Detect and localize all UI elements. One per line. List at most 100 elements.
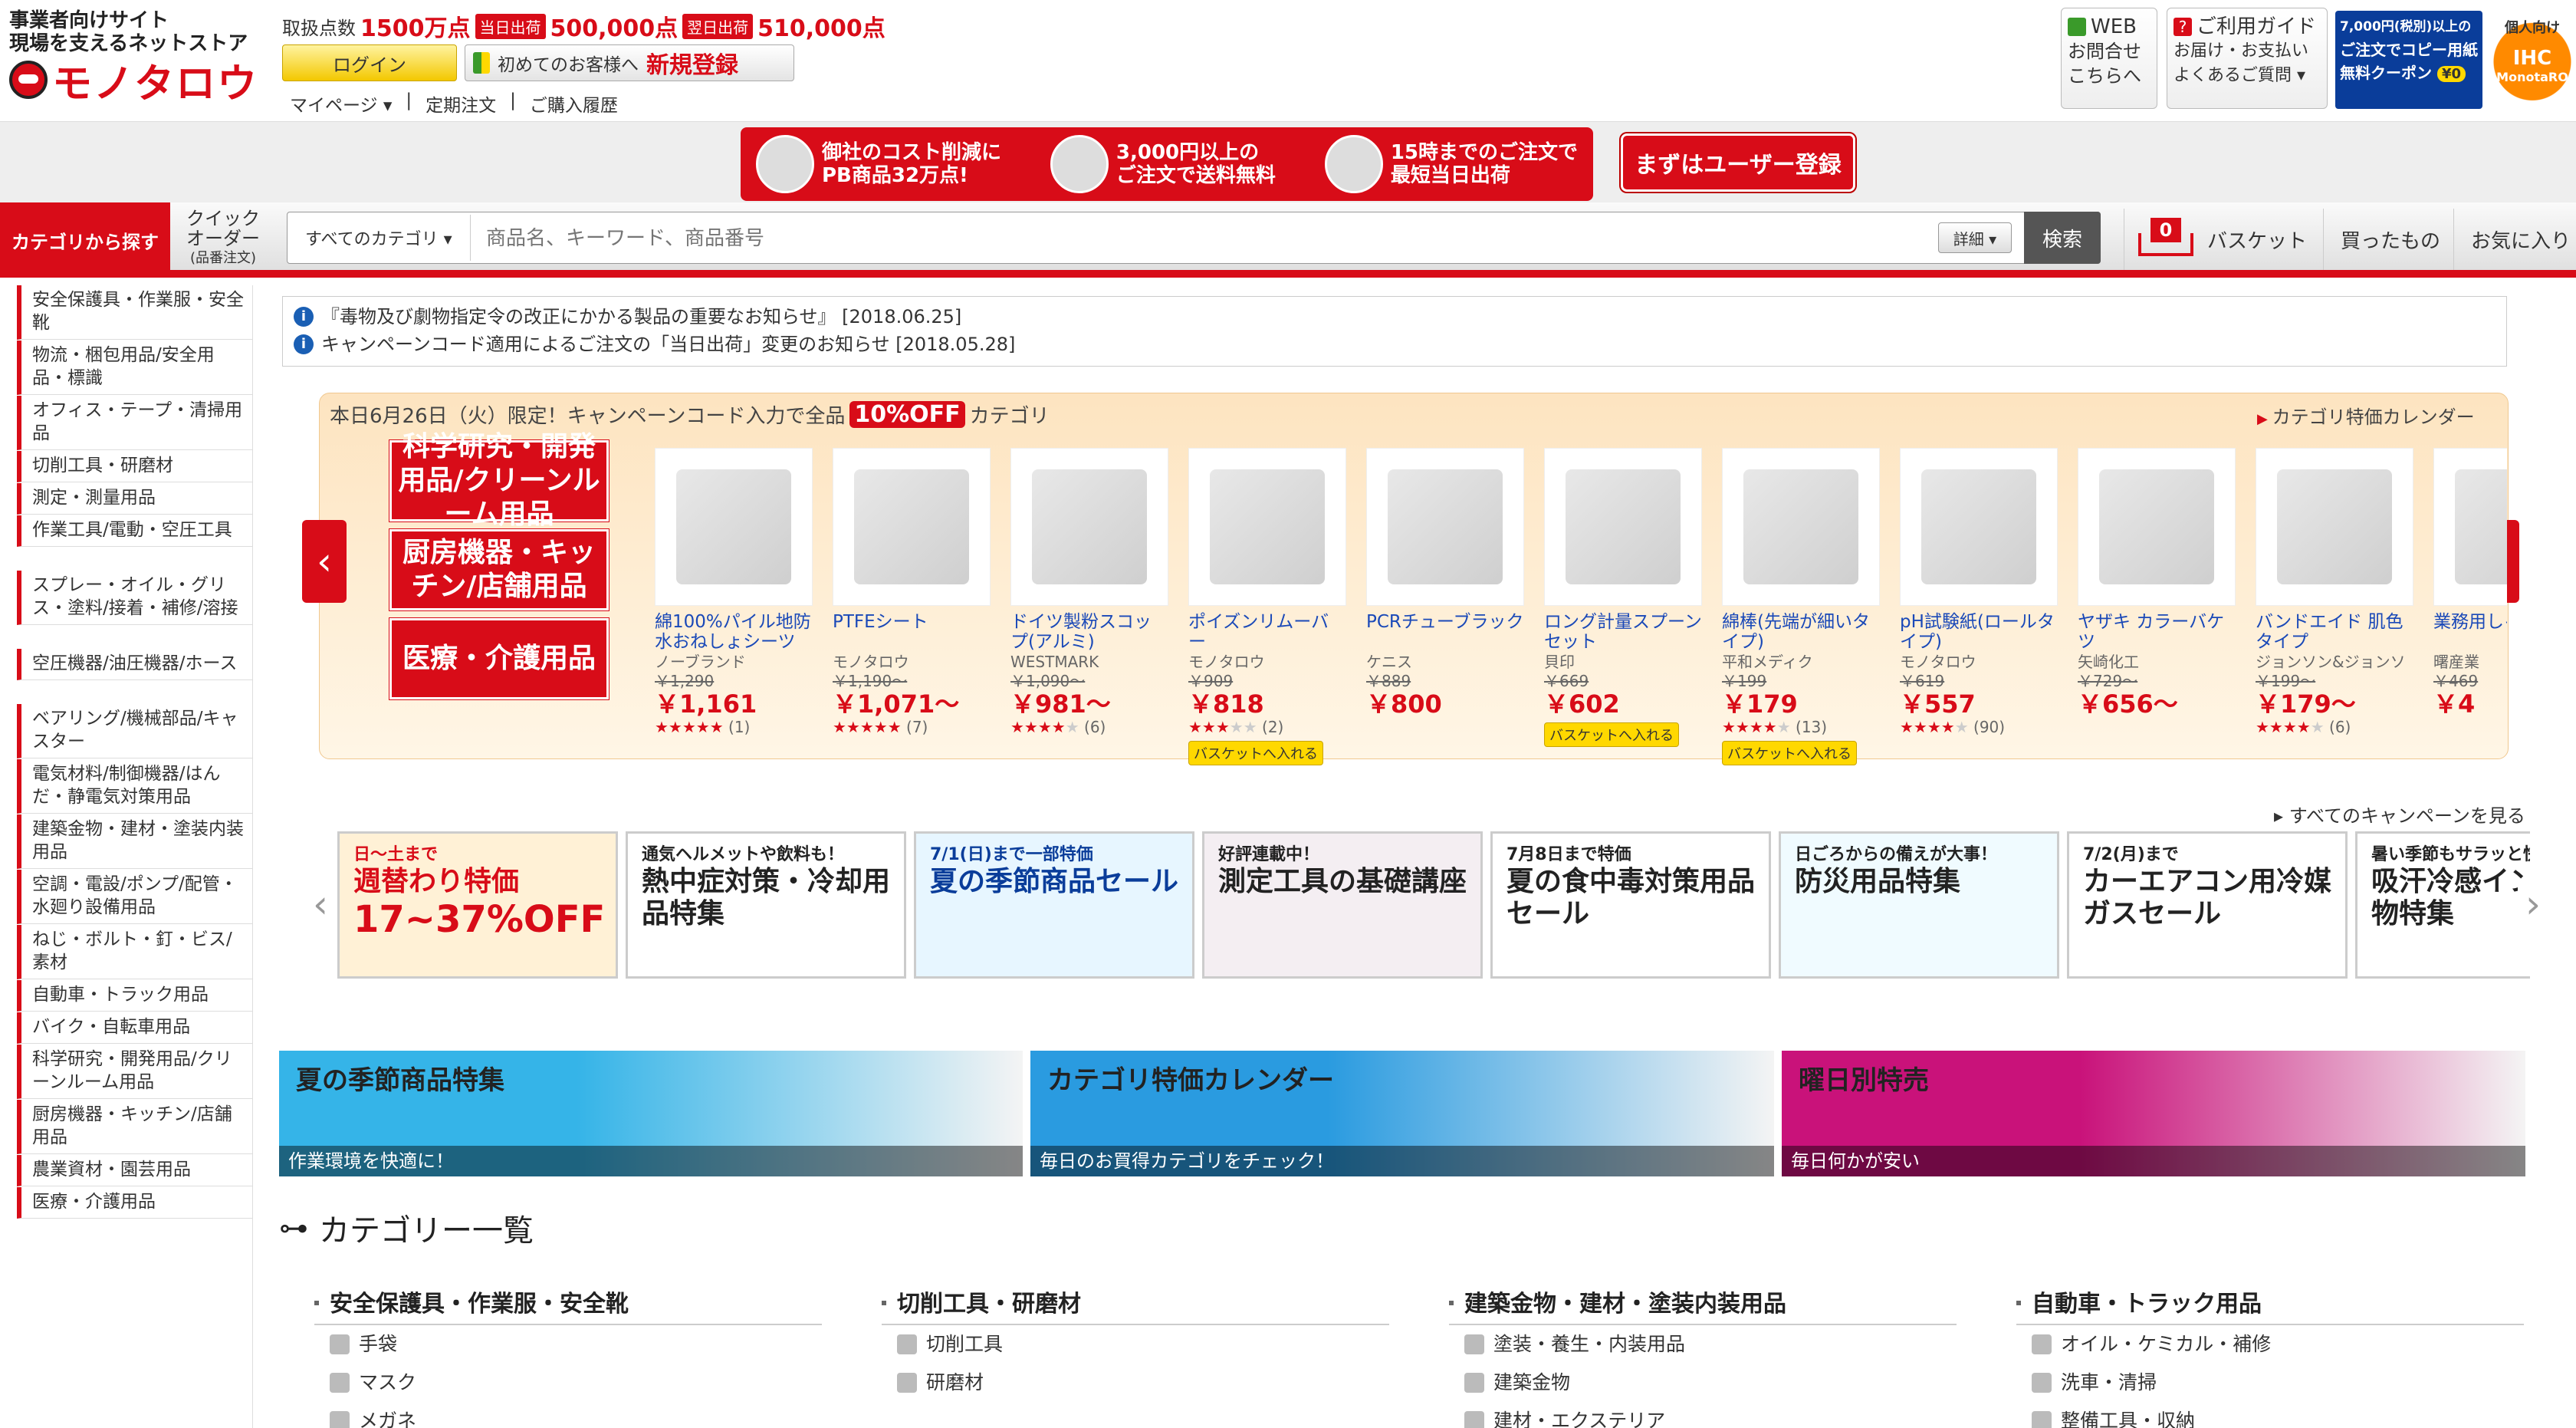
web-contact-button[interactable]: WEB お問合せ こちらへ <box>2061 8 2157 109</box>
subscription-link[interactable]: 定期注文 <box>426 90 496 117</box>
product-name[interactable]: ロング計量スプーンセット <box>1544 612 1702 652</box>
sidebar-item[interactable]: 建築金物・建材・塗装内装用品 <box>17 814 253 869</box>
favorites-link[interactable]: お気に入り <box>2453 209 2576 270</box>
site-logo[interactable]: モノタロウ <box>9 55 258 107</box>
product-image[interactable] <box>2078 448 2236 606</box>
product-name[interactable]: ヤザキ カラーバケツ <box>2078 612 2236 652</box>
product-name[interactable]: バンドエイド 肌色タイプ <box>2256 612 2413 652</box>
search-input[interactable] <box>475 215 1932 261</box>
category-browse-button[interactable]: カテゴリから探す <box>0 202 170 278</box>
product-card[interactable]: PTFEシート モノタロウ ￥1,190～ ￥1,071～ ★★★★★ (7) <box>833 448 991 770</box>
product-image[interactable] <box>1366 448 1524 606</box>
carousel-prev-button[interactable]: ‹ <box>302 520 347 603</box>
product-card[interactable]: 業務用しゃも曙産業￥469￥4 <box>2433 448 2507 770</box>
sidebar-item[interactable]: 科学研究・開発用品/クリーンルーム用品 <box>17 1045 253 1099</box>
sidebar-item[interactable]: 空圧機器/油圧機器/ホース <box>17 649 253 680</box>
sidebar-item[interactable]: ベアリング/機械部品/キャスター <box>17 704 253 758</box>
banner-next-button[interactable]: › <box>2518 879 2548 930</box>
campaign-category-tag[interactable]: 科学研究・開発用品/クリーンルーム用品 <box>389 431 609 530</box>
product-card[interactable]: ロング計量スプーンセット 貝印 ￥669 ￥602 バスケットへ入れる <box>1544 448 1702 770</box>
campaign-banner[interactable]: 好評連載中！ 測定工具の基礎講座 <box>1202 831 1483 979</box>
sidebar-item[interactable]: 農業資材・園芸用品 <box>17 1155 253 1186</box>
product-card[interactable]: 綿100%パイル地防水おねしょシーツ ノーブランド ￥1,290 ￥1,161 ★★★★… <box>655 448 813 770</box>
sidebar-item[interactable]: 医療・介護用品 <box>17 1187 253 1219</box>
sidebar-item[interactable]: オフィス・テープ・清掃用品 <box>17 396 253 450</box>
campaign-banner[interactable]: 7/1(日)まで一部特価 夏の季節商品セール <box>914 831 1194 979</box>
quick-order-button[interactable]: クイック オーダー (品番注文) <box>175 209 271 270</box>
sidebar-item[interactable]: バイク・自転車用品 <box>17 1012 253 1044</box>
add-to-basket-button[interactable]: バスケットへ入れる <box>1722 741 1857 765</box>
sidebar-item[interactable]: 物流・梱包用品/安全用品・標識 <box>17 341 253 395</box>
feature-banner[interactable]: カテゴリ特価カレンダー 毎日のお買得カテゴリをチェック！ <box>1030 1051 1774 1176</box>
subcategory-link[interactable]: 建築金物 <box>1449 1364 1957 1402</box>
product-name[interactable]: pH試験紙(ロールタイプ) <box>1900 612 2058 652</box>
product-card[interactable]: 綿棒(先端が細いタイプ) 平和メディク ￥199 ￥179 ★★★★★ (13) バスケッ… <box>1722 448 1880 770</box>
product-image[interactable] <box>655 448 813 606</box>
sidebar-item[interactable]: 自動車・トラック用品 <box>17 980 253 1012</box>
sidebar-item[interactable]: 厨房機器・キッチン/店舗用品 <box>17 1100 253 1154</box>
product-image[interactable] <box>1722 448 1880 606</box>
campaign-category-tag[interactable]: 厨房機器・キッチン/店舗用品 <box>389 529 609 610</box>
product-image[interactable] <box>1900 448 2058 606</box>
sidebar-item[interactable]: 測定・測量用品 <box>17 483 253 515</box>
product-name[interactable]: 綿棒(先端が細いタイプ) <box>1722 612 1880 652</box>
feature-banner[interactable]: 曜日別特売 毎日何かが安い <box>1782 1051 2525 1176</box>
notice-item[interactable]: i キャンペーンコード適用によるご注文の「当日出荷」変更のお知らせ [2018.0… <box>294 331 2496 358</box>
add-to-basket-button[interactable]: バスケットへ入れる <box>1188 741 1323 765</box>
subcategory-link[interactable]: 切削工具 <box>882 1325 1389 1364</box>
sidebar-item[interactable]: 電気材料/制御機器/はんだ・静電気対策用品 <box>17 759 253 814</box>
user-guide-button[interactable]: ? ご利用ガイド お届け・お支払い よくあるご質問 ▾ <box>2167 8 2328 109</box>
add-to-basket-button[interactable]: バスケットへ入れる <box>1544 722 1679 747</box>
category-title-link[interactable]: 自動車・トラック用品 <box>2016 1288 2524 1325</box>
user-register-button[interactable]: まずはユーザー登録 <box>1621 133 1855 192</box>
subcategory-link[interactable]: 建材・エクステリア <box>1449 1402 1957 1428</box>
subcategory-link[interactable]: 手袋 <box>314 1325 822 1364</box>
feature-banner[interactable]: 夏の季節商品特集 作業環境を快適に！ <box>279 1051 1023 1176</box>
category-select[interactable]: すべてのカテゴリ ▾ <box>290 215 471 261</box>
category-title-link[interactable]: 切削工具・研磨材 <box>882 1288 1389 1325</box>
campaign-banner[interactable]: 日～土まで 週替わり特価 17~37%OFF <box>337 831 618 979</box>
subcategory-link[interactable]: 洗車・清掃 <box>2016 1364 2524 1402</box>
campaign-banner[interactable]: 通気ヘルメットや飲料も！ 熱中症対策・冷却用品特集 <box>626 831 906 979</box>
coupon-banner[interactable]: 7,000円(税別)以上の ご注文でコピー用紙 無料クーポン ¥0 <box>2335 11 2482 109</box>
promo-banner[interactable]: 御社のコスト削減に PB商品32万点! 3,000円以上の ご注文で送料無料 15時… <box>741 127 1593 201</box>
product-image[interactable] <box>1544 448 1702 606</box>
product-image[interactable] <box>2256 448 2413 606</box>
product-card[interactable]: ポイズンリムーバー モノタロウ ￥909 ￥818 ★★★★★ (2) バスケットへ入れる <box>1188 448 1346 770</box>
search-button[interactable]: 検索 <box>2024 212 2101 264</box>
register-button[interactable]: 初めてのお客様へ 新規登録 <box>465 44 794 81</box>
sidebar-item[interactable]: スプレー・オイル・グリス・塗料/接着・補修/溶接 <box>17 571 253 625</box>
product-name[interactable]: PTFEシート <box>833 612 991 652</box>
sidebar-item[interactable]: 空調・電設/ポンプ/配管・水廻り設備用品 <box>17 870 253 924</box>
product-image[interactable] <box>1010 448 1168 606</box>
order-history-link[interactable]: ご購入履歴 <box>530 90 618 117</box>
sidebar-item[interactable]: 切削工具・研磨材 <box>17 451 253 482</box>
product-card[interactable]: PCRチューブラック ケニス ￥889 ￥800 <box>1366 448 1524 770</box>
product-card[interactable]: pH試験紙(ロールタイプ) モノタロウ ￥619 ￥557 ★★★★★ (90) <box>1900 448 2058 770</box>
product-name[interactable]: PCRチューブラック <box>1366 612 1524 652</box>
subcategory-link[interactable]: オイル・ケミカル・補修 <box>2016 1325 2524 1364</box>
campaign-banner[interactable]: 7/2(月)まで カーエアコン用冷媒ガスセール <box>2067 831 2348 979</box>
campaign-banner[interactable]: 日ごろからの備えが大事！ 防災用品特集 <box>1779 831 2059 979</box>
banner-prev-button[interactable]: ‹ <box>305 879 336 930</box>
product-name[interactable]: ポイズンリムーバー <box>1188 612 1346 652</box>
mypage-link[interactable]: マイページ ▾ <box>290 90 392 117</box>
all-campaigns-link[interactable]: すべてのキャンペーンを見る <box>2274 801 2525 828</box>
subcategory-link[interactable]: メガネ <box>314 1402 822 1428</box>
subcategory-link[interactable]: 整備工具・収納 <box>2016 1402 2524 1428</box>
product-card[interactable]: ドイツ製粉スコップ(アルミ) WESTMARK ￥1,090～ ￥981～ ★★★★★ … <box>1010 448 1168 770</box>
detail-search-button[interactable]: 詳細 ▾ <box>1938 222 2012 253</box>
product-image[interactable] <box>2433 448 2507 606</box>
sidebar-item[interactable]: ねじ・ボルト・釘・ビス/素材 <box>17 925 253 979</box>
bought-items-link[interactable]: 買ったもの <box>2323 209 2453 270</box>
subcategory-link[interactable]: 研磨材 <box>882 1364 1389 1402</box>
product-name[interactable]: 業務用しゃも <box>2433 612 2507 652</box>
sidebar-item[interactable]: 安全保護具・作業服・安全靴 <box>17 285 253 340</box>
ihc-monotaro-link[interactable]: 個人向け IHC MonotaRO <box>2492 8 2573 106</box>
product-card[interactable]: ヤザキ カラーバケツ 矢崎化工 ￥729～ ￥656～ <box>2078 448 2236 770</box>
basket-button[interactable]: 0 バスケット <box>2124 209 2323 270</box>
product-name[interactable]: ドイツ製粉スコップ(アルミ) <box>1010 612 1168 652</box>
sidebar-item[interactable]: 作業工具/電動・空圧工具 <box>17 515 253 547</box>
campaign-banner[interactable]: 7月8日まで特価 夏の食中毒対策用品セール <box>1490 831 1771 979</box>
product-card[interactable]: バンドエイド 肌色タイプ ジョンソン&ジョンソ ￥199～ ￥179～ ★★★★★ (6… <box>2256 448 2413 770</box>
